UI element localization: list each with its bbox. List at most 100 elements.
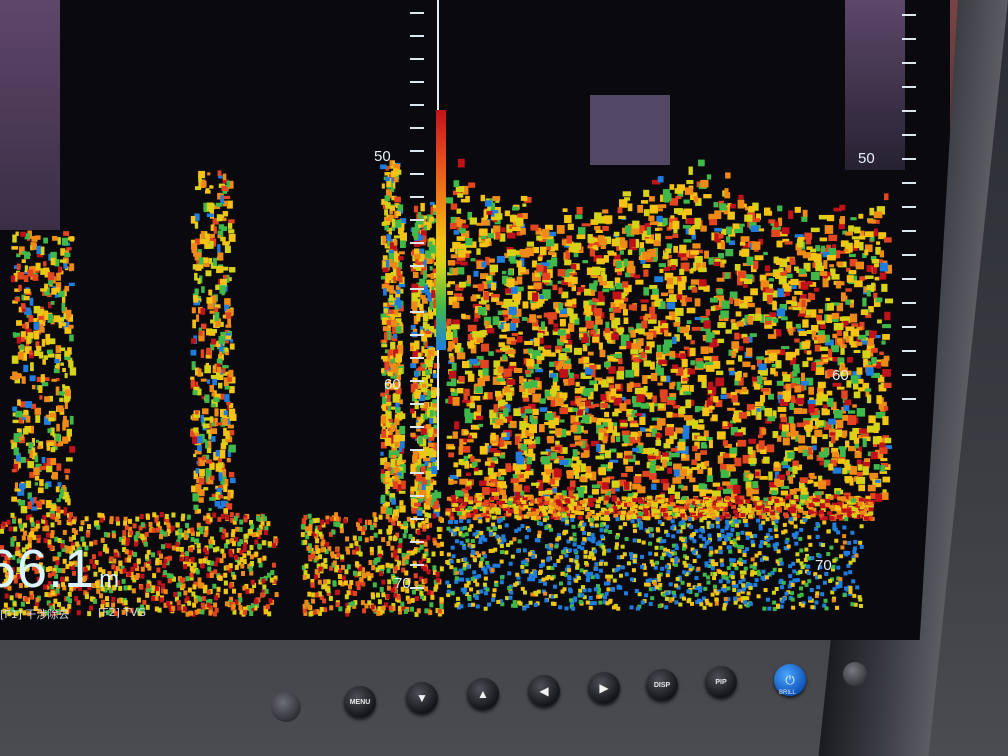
echo-cell bbox=[619, 250, 624, 255]
echo-cell bbox=[881, 340, 886, 345]
echo-cell bbox=[796, 250, 806, 256]
echo-cell bbox=[491, 457, 498, 461]
echo-cell bbox=[185, 551, 190, 557]
echo-cell bbox=[228, 219, 235, 224]
echo-cell bbox=[156, 567, 161, 573]
echo-cell bbox=[708, 405, 715, 410]
echo-cell bbox=[218, 472, 223, 481]
echo-cell bbox=[12, 234, 17, 243]
echo-cell bbox=[424, 608, 429, 614]
echo-cell bbox=[326, 587, 331, 593]
echo-cell bbox=[259, 592, 264, 598]
echo-cell bbox=[56, 405, 64, 412]
echo-cell bbox=[790, 278, 799, 286]
echo-cell bbox=[421, 383, 427, 388]
echo-cell bbox=[322, 598, 327, 604]
echo-cell bbox=[11, 355, 19, 364]
echo-cell bbox=[576, 465, 581, 473]
echo-cell bbox=[638, 328, 645, 335]
echo-cell bbox=[410, 486, 418, 492]
echo-cell bbox=[410, 432, 416, 438]
echo-cell bbox=[79, 526, 84, 532]
echo-cell bbox=[429, 266, 433, 271]
echo-cell bbox=[430, 378, 434, 383]
echo-cell bbox=[192, 390, 198, 396]
echo-cell bbox=[685, 297, 692, 302]
echo-cell bbox=[800, 381, 809, 386]
echo-cell bbox=[389, 430, 393, 435]
echo-cell bbox=[635, 279, 644, 285]
echo-cell bbox=[222, 275, 228, 279]
echo-cell bbox=[595, 455, 605, 460]
echo-cell bbox=[696, 463, 703, 468]
echo-cell bbox=[432, 513, 437, 519]
echo-cell bbox=[36, 345, 42, 351]
echo-cell bbox=[854, 226, 861, 234]
echo-cell bbox=[370, 604, 375, 610]
echo-cell bbox=[832, 467, 842, 474]
echo-cell bbox=[262, 555, 267, 561]
echo-cell bbox=[20, 344, 24, 350]
echo-cell bbox=[681, 358, 688, 368]
echo-cell bbox=[481, 261, 487, 268]
echo-cell bbox=[676, 381, 681, 391]
echo-cell bbox=[394, 515, 399, 521]
echo-cell bbox=[505, 463, 512, 473]
echo-cell bbox=[152, 573, 157, 579]
echo-cell bbox=[718, 252, 725, 259]
echo-cell bbox=[222, 211, 229, 217]
echo-cell bbox=[398, 251, 405, 255]
echo-cell bbox=[476, 294, 481, 299]
echo-cell bbox=[516, 336, 523, 343]
echo-cell bbox=[198, 330, 203, 336]
echo-cell bbox=[598, 342, 603, 350]
echo-cell bbox=[388, 605, 393, 611]
echo-cell bbox=[706, 174, 712, 180]
echo-cell bbox=[206, 573, 211, 579]
echo-cell bbox=[396, 297, 400, 306]
echo-cell bbox=[250, 579, 255, 585]
echo-cell bbox=[472, 331, 480, 338]
echo-cell bbox=[344, 569, 349, 575]
echo-cell bbox=[127, 518, 132, 524]
echo-cell bbox=[775, 329, 782, 337]
echo-cell bbox=[226, 457, 231, 463]
echo-cell bbox=[190, 379, 195, 387]
echo-cell bbox=[215, 546, 220, 552]
echo-cell bbox=[411, 589, 416, 595]
echo-cell bbox=[683, 346, 690, 350]
echo-cell bbox=[80, 520, 85, 526]
echo-cell bbox=[209, 240, 214, 249]
echo-cell bbox=[862, 466, 869, 476]
echo-cell bbox=[261, 540, 266, 546]
echo-cell bbox=[27, 332, 34, 339]
echo-cell bbox=[224, 601, 229, 607]
echo-cell bbox=[786, 432, 794, 437]
echo-cell bbox=[304, 563, 309, 569]
echo-cell bbox=[458, 375, 465, 383]
echo-cell bbox=[549, 388, 557, 395]
echo-cell bbox=[301, 518, 306, 524]
echo-cell bbox=[219, 558, 224, 564]
echo-cell bbox=[231, 541, 236, 547]
echo-cell bbox=[225, 430, 230, 440]
echo-cell bbox=[229, 477, 236, 484]
echo-cell bbox=[445, 197, 454, 204]
echo-cell bbox=[451, 362, 457, 371]
echo-cell bbox=[320, 519, 325, 525]
echo-cell bbox=[381, 344, 388, 348]
echo-cell bbox=[582, 260, 589, 264]
echo-cell bbox=[210, 428, 218, 435]
echo-cell bbox=[42, 359, 46, 365]
echo-cell bbox=[208, 507, 212, 511]
echo-cell bbox=[413, 573, 418, 579]
echo-cell bbox=[336, 521, 341, 527]
echo-cell bbox=[738, 194, 744, 200]
echo-cell bbox=[18, 284, 22, 292]
echo-cell bbox=[223, 588, 228, 594]
echo-cell bbox=[632, 382, 641, 388]
echo-cell bbox=[727, 211, 735, 220]
echo-cell bbox=[596, 301, 605, 306]
echo-cell bbox=[390, 458, 397, 468]
echo-cell bbox=[628, 304, 637, 311]
